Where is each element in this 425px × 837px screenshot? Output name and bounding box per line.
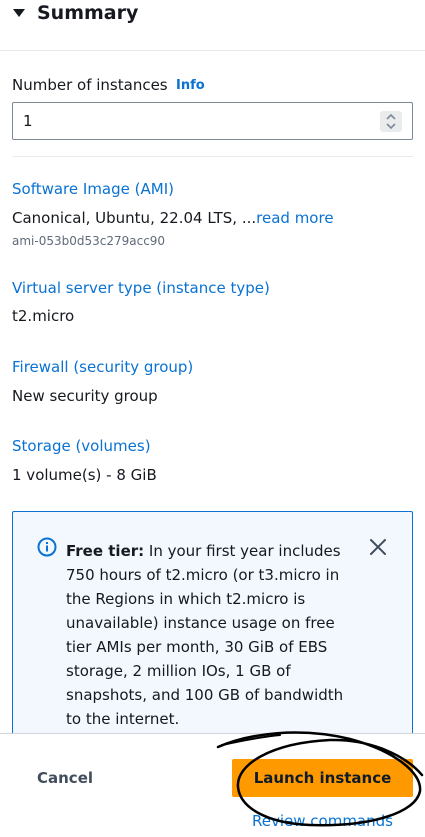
ami-value: Canonical, Ubuntu, 22.04 LTS, ...read mo… bbox=[12, 208, 334, 228]
section-divider bbox=[12, 156, 413, 157]
ami-link[interactable]: Software Image (AMI) bbox=[12, 179, 174, 199]
summary-header[interactable]: Summary bbox=[0, 0, 425, 51]
action-footer: Cancel Launch instance Review commands bbox=[0, 733, 425, 837]
storage-link[interactable]: Storage (volumes) bbox=[12, 436, 151, 456]
firewall-value: New security group bbox=[12, 387, 158, 405]
ami-id: ami-053b0d53c279acc90 bbox=[12, 234, 166, 248]
storage-value: 1 volume(s) - 8 GiB bbox=[12, 466, 157, 484]
cancel-button[interactable]: Cancel bbox=[37, 768, 93, 788]
info-circle-icon bbox=[37, 537, 57, 557]
instances-label: Number of instances bbox=[12, 76, 168, 94]
ami-name: Canonical, Ubuntu, 22.04 LTS, ... bbox=[12, 209, 257, 227]
summary-title: Summary bbox=[37, 2, 139, 24]
free-tier-text: Free tier: In your first year includes 7… bbox=[66, 539, 356, 731]
free-tier-alert: Free tier: In your first year includes 7… bbox=[12, 511, 413, 733]
read-more-link[interactable]: read more bbox=[256, 209, 333, 227]
close-icon[interactable] bbox=[367, 536, 389, 558]
launch-instance-button[interactable]: Launch instance bbox=[232, 759, 413, 797]
summary-content: Number of instances Info Software Image … bbox=[0, 52, 425, 733]
instance-type-value: t2.micro bbox=[12, 307, 75, 325]
stepper-icon[interactable] bbox=[380, 111, 402, 132]
info-link[interactable]: Info bbox=[176, 77, 205, 95]
free-tier-heading: Free tier: bbox=[66, 542, 145, 560]
free-tier-body: In your first year includes 750 hours of… bbox=[66, 542, 344, 728]
review-commands-link[interactable]: Review commands bbox=[252, 811, 393, 831]
instance-type-link[interactable]: Virtual server type (instance type) bbox=[12, 278, 270, 298]
instances-input-wrapper bbox=[12, 102, 413, 140]
firewall-link[interactable]: Firewall (security group) bbox=[12, 357, 193, 377]
instances-input[interactable] bbox=[13, 103, 373, 139]
caret-down-icon[interactable] bbox=[10, 4, 28, 22]
